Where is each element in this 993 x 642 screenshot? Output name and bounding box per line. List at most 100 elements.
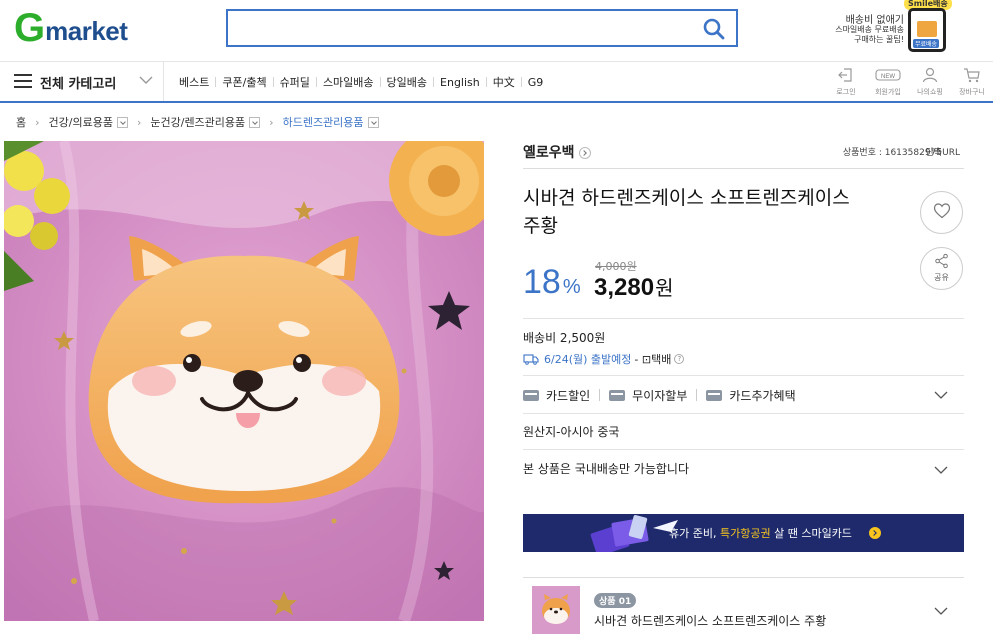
sale-price: 3,280원 (594, 272, 673, 302)
chevron-right-icon (578, 147, 591, 159)
hamburger-icon (14, 74, 32, 88)
cart-icon (964, 68, 980, 83)
breadcrumb-level2[interactable]: 눈건강/렌즈관리용품 (150, 114, 261, 130)
share-label: 공유 (934, 273, 949, 282)
domestic-only-notice: 본 상품은 국내배송만 가능합니다 (523, 462, 690, 476)
sale-price-unit: 원 (655, 278, 674, 300)
banner-text: 휴가 준비, 특가항공권 살 땐 스마일카드 (669, 525, 852, 541)
login-icon (838, 68, 852, 82)
menu-best[interactable]: 베스트 (179, 74, 209, 90)
breadcrumb-separator: › (136, 115, 142, 129)
menu-english[interactable]: English (440, 76, 480, 89)
chevron-right-icon (869, 527, 881, 539)
card-discount-label: 카드할인 (546, 388, 591, 403)
heart-icon (933, 203, 951, 219)
card-discount-icon (523, 389, 539, 401)
phone-icon: 무료배송 (908, 8, 946, 52)
top-menu: 베스트 쿠폰/출첵 슈퍼딜 스마일배송 당일배송 English 中文 G9 (179, 74, 543, 90)
all-categories-label: 전체 카테고리 (40, 77, 117, 92)
breadcrumb-level1[interactable]: 건강/의료용품 (49, 114, 128, 130)
my-shopping-button[interactable]: 나의쇼핑 (909, 66, 951, 97)
logo-text: market (45, 15, 128, 46)
ship-date: 6/24(월) 출발예정 (544, 353, 632, 366)
menu-same-day[interactable]: 당일배송 (387, 74, 427, 90)
login-label: 로그인 (836, 88, 856, 96)
ship-method: - ⊡택배 (634, 353, 672, 366)
interest-free: 무이자할부 (609, 387, 687, 404)
chevron-down-icon (934, 391, 948, 399)
share-button[interactable]: 공유 (920, 247, 963, 290)
search-icon[interactable] (702, 17, 726, 41)
login-button[interactable]: 로그인 (825, 66, 867, 97)
seller-name: 옐로우백 (523, 145, 575, 161)
breadcrumb-level3[interactable]: 하드렌즈관리용품 (283, 114, 379, 130)
card-plus-icon (706, 389, 723, 401)
breadcrumb-level2-label: 눈건강/렌즈관리용품 (150, 116, 246, 129)
truck-icon (523, 354, 539, 365)
breadcrumb-level1-label: 건강/의료용품 (48, 116, 113, 129)
dropdown-icon[interactable] (116, 116, 128, 128)
gmarket-logo[interactable]: G market (14, 6, 128, 50)
interest-free-label: 무이자할부 (632, 388, 688, 403)
banner-highlight: 특가항공권 (719, 527, 771, 540)
selected-option[interactable]: 상품 01 시바견 하드렌즈케이스 소프트렌즈케이스 주황 (523, 577, 964, 642)
shiba-lens-case-photo (4, 141, 484, 621)
dropdown-icon[interactable] (249, 116, 261, 128)
breadcrumb-separator: › (269, 115, 274, 129)
divider (523, 318, 964, 319)
signup-button[interactable]: NEW 회원가입 (867, 66, 909, 97)
cart-label: 장바구니 (959, 88, 985, 96)
discount-value: 18 (523, 263, 561, 301)
divider (523, 449, 964, 450)
wishlist-button[interactable] (920, 191, 963, 234)
main-navbar: 전체 카테고리 베스트 쿠폰/출첵 슈퍼딜 스마일배송 당일배송 English… (0, 61, 993, 103)
chevron-down-icon (934, 466, 948, 474)
svg-text:NEW: NEW (881, 74, 895, 80)
seller-link[interactable]: 옐로우백 (523, 142, 591, 162)
all-categories-button[interactable]: 전체 카테고리 (0, 62, 164, 101)
new-badge-icon: NEW (875, 69, 901, 81)
discount-unit: % (562, 276, 581, 298)
logo-g: G (14, 6, 45, 50)
discount-rate: 18% (523, 263, 581, 302)
divider (523, 413, 964, 414)
breadcrumb-home[interactable]: 홈 (16, 114, 26, 130)
my-shopping-label: 나의쇼핑 (917, 88, 943, 96)
banner-text-after: 살 땐 스마일카드 (774, 527, 852, 540)
menu-superdeal[interactable]: 슈퍼딜 (280, 74, 310, 90)
extra-card-benefit-label: 카드추가혜택 (729, 388, 796, 403)
shipping-fee: 배송비 2,500원 (523, 331, 606, 345)
dropdown-icon[interactable] (367, 116, 379, 128)
promo-subtitle-2: 구매하는 꿀팁! (854, 35, 904, 44)
shipping-schedule: 6/24(월) 출발예정 - ⊡택배 ? (523, 351, 685, 367)
person-icon (922, 67, 938, 83)
travel-card-illustration (590, 515, 678, 552)
menu-smile-delivery[interactable]: 스마일배송 (323, 74, 374, 90)
installment-icon (609, 389, 626, 401)
free-shipping-promo[interactable]: Smile배송 배송비 없애기 스마일배송 무료배송 구매하는 꿀팁! 무료배송 (834, 0, 956, 55)
product-image[interactable] (4, 141, 484, 621)
menu-g9[interactable]: G9 (528, 76, 544, 89)
user-icons: 로그인 NEW 회원가입 나의쇼핑 장바구니 (825, 66, 993, 97)
chevron-down-icon (934, 607, 948, 615)
card-discount: 카드할인 (523, 387, 590, 404)
help-icon[interactable]: ? (674, 354, 685, 364)
phone-tag: 무료배송 (913, 39, 940, 48)
box-icon (917, 21, 937, 37)
option-name: 시바견 하드렌즈케이스 소프트렌즈케이스 주황 (594, 614, 827, 628)
share-icon (935, 253, 948, 269)
card-benefits-row[interactable]: 카드할인 무이자할부 카드추가혜택 (523, 385, 964, 405)
menu-coupon[interactable]: 쿠폰/출첵 (222, 74, 266, 90)
cart-button[interactable]: 장바구니 (951, 66, 993, 97)
search-input[interactable] (226, 9, 738, 47)
menu-chinese[interactable]: 中文 (493, 74, 515, 90)
smile-card-banner[interactable]: 휴가 준비, 특가항공권 살 땐 스마일카드 (523, 514, 964, 552)
option-thumbnail (532, 586, 580, 634)
breadcrumb-level3-label: 하드렌즈관리용품 (282, 116, 364, 129)
short-url-button[interactable]: 단축URL (926, 145, 960, 158)
signup-label: 회원가입 (875, 88, 901, 96)
divider (523, 375, 964, 376)
extra-card-benefit: 카드추가혜택 (706, 387, 796, 404)
chevron-down-icon (139, 76, 153, 84)
product-title: 시바견 하드렌즈케이스 소프트렌즈케이스 주황 (523, 187, 850, 237)
